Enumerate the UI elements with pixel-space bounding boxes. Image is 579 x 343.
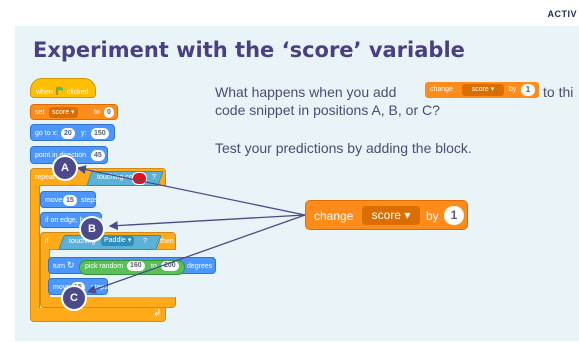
inline-value-oval: 1 — [521, 84, 535, 96]
instruction-text: Test your predictions by adding the bloc… — [215, 140, 472, 156]
go-to-xy-block: go to x: 20 y: 150 — [30, 124, 115, 141]
score-dropdown[interactable]: score ▾ — [362, 206, 420, 225]
inline-score-dropdown: score ▾ — [462, 84, 504, 96]
random-from-oval: 160 — [127, 261, 145, 271]
question-text-line2: code snippet in positions A, B, or C? — [215, 102, 440, 118]
when-flag-clicked-block: when clicked — [30, 78, 96, 98]
set-label: set — [35, 109, 45, 116]
hat-when-label: when — [36, 89, 53, 96]
pick-random-label: pick random — [85, 263, 124, 270]
inline-change-label: change — [430, 86, 453, 93]
point-value-oval: 45 — [91, 150, 105, 161]
goto-y-label: y: — [81, 130, 87, 137]
set-value-oval: 0 — [104, 107, 114, 118]
by-label: by — [426, 209, 439, 223]
touching-color-qmark: ? — [152, 174, 156, 181]
then-label: then — [160, 238, 174, 245]
move1-value-oval: 15 — [63, 195, 77, 206]
question-text-b: to thi — [543, 84, 574, 100]
set-score-block: set score ▾ to 0 — [30, 104, 118, 120]
if-touching-paddle-block: if touching Paddle ▾ ? then — [40, 232, 176, 250]
turn-label: turn — [53, 263, 66, 270]
inline-change-score-block: change score ▾ by 1 — [425, 82, 539, 98]
loop-arrow-icon: ↲ — [153, 308, 162, 319]
green-flag-icon — [56, 86, 64, 95]
change-label: change — [314, 209, 354, 223]
page-title: Experiment with the ‘score’ variable — [33, 38, 465, 62]
activity-tag: ACTIV — [547, 9, 577, 19]
change-value-oval[interactable]: 1 — [444, 206, 464, 225]
question-text-a: What happens when you add — [215, 84, 397, 100]
position-marker-a: A — [52, 155, 78, 181]
repeat-until-bottom: ↲ — [30, 308, 166, 322]
turn-random-block: turn ↻ pick random 160 to 200 degrees — [48, 257, 216, 275]
rotate-right-icon: ↻ — [67, 260, 75, 270]
move2-steps-label: steps — [91, 284, 108, 291]
paddle-qmark: ? — [143, 238, 147, 245]
goto-x-oval: 20 — [61, 128, 75, 139]
goto-label: go to x: — [35, 130, 58, 137]
paddle-dropdown: Paddle ▾ — [101, 236, 135, 246]
red-color-swatch — [132, 172, 147, 185]
inline-by-label: by — [509, 86, 517, 93]
move-steps-block-1: move 15 steps — [40, 191, 98, 208]
random-to-oval: 200 — [161, 261, 179, 271]
move1-steps-label: steps — [81, 197, 98, 204]
move1-label: move — [45, 197, 63, 204]
set-score-dropdown: score ▾ — [49, 107, 78, 118]
random-to-label: to — [151, 263, 157, 270]
change-score-block[interactable]: change score ▾ by 1 — [305, 200, 468, 230]
top-bar: ACTIV — [0, 0, 579, 26]
repeat-until-arm — [30, 185, 40, 311]
repeat-until-block: repeat until touching color ? — [30, 168, 166, 186]
if-label: if — [45, 238, 49, 245]
position-marker-c: C — [61, 285, 87, 311]
set-to-label: to — [94, 109, 100, 116]
goto-y-oval: 150 — [91, 128, 109, 139]
degrees-label: degrees — [187, 263, 213, 270]
hat-clicked-label: clicked — [67, 89, 89, 96]
position-marker-b: B — [79, 216, 105, 242]
